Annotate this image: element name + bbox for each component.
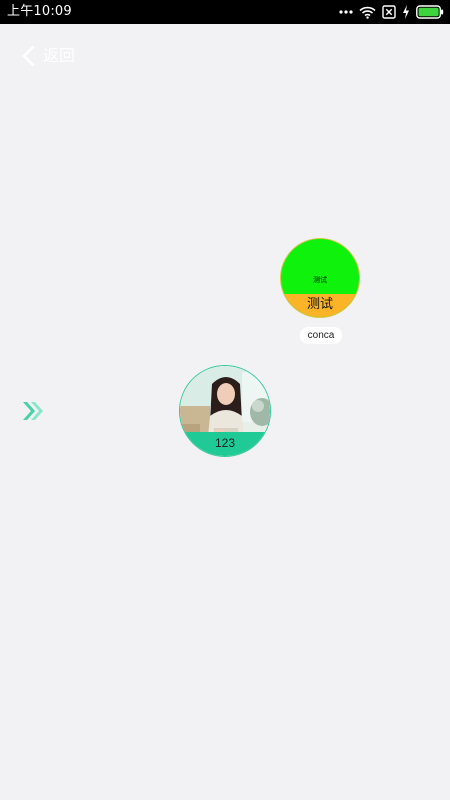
back-label: 返回: [43, 46, 76, 65]
device-node-label: 测试: [281, 294, 359, 317]
back-button[interactable]: 返回: [20, 42, 75, 70]
chevron-left-icon: [20, 44, 38, 68]
charging-icon: [402, 5, 410, 19]
expand-button[interactable]: [21, 400, 45, 422]
device-node-label: 123: [180, 432, 270, 456]
device-node-top-text: 测试: [313, 276, 327, 284]
double-chevron-right-icon: [21, 400, 45, 422]
more-dots-icon: [339, 9, 353, 15]
wifi-icon: [359, 6, 376, 19]
battery-icon: [416, 5, 444, 19]
device-node-photo[interactable]: 123: [179, 365, 271, 457]
status-icons: [339, 3, 444, 21]
sim-no-signal-icon: [382, 5, 396, 19]
device-node-test[interactable]: 测试 测试: [280, 238, 360, 318]
status-bar: 上午10:09: [0, 0, 450, 24]
device-node-caption: conca: [300, 327, 342, 344]
status-time: 上午10:09: [7, 4, 72, 19]
